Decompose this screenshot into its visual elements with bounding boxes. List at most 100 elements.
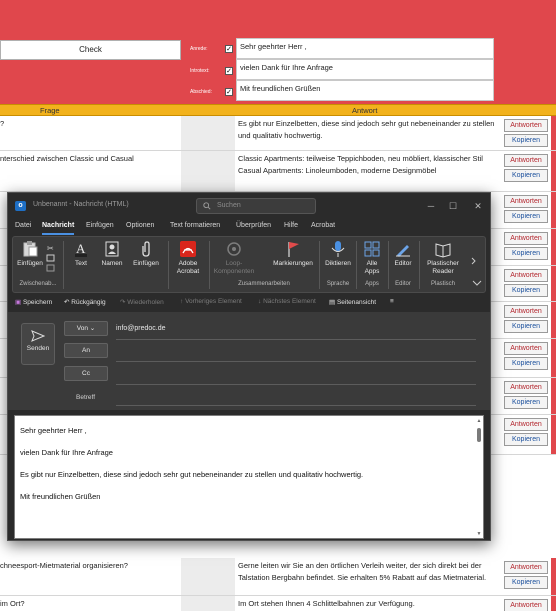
subject-field[interactable] — [116, 405, 476, 406]
answer-button[interactable]: Antworten — [504, 561, 548, 574]
table-row: im Ort? Im Ort stehen Ihnen 4 Schlittelba… — [0, 596, 556, 611]
next-item-button[interactable]: ↓ Nächstes Element — [258, 298, 316, 305]
row-edge — [551, 116, 556, 150]
copy-button[interactable]: Kopieren — [504, 396, 548, 409]
tab-hilfe[interactable]: Hilfe — [284, 222, 298, 229]
previous-item-label: Vorheriges Element — [185, 298, 242, 305]
answer-text: Im Ort stehen Ihnen 4 Schlittelbahnen zu… — [238, 599, 415, 608]
minimize-icon[interactable]: ─ — [426, 201, 436, 211]
outlook-message-window: o Unbenannt - Nachricht (HTML) Suchen ─ … — [7, 192, 491, 541]
answer-button[interactable]: Antworten — [504, 195, 548, 208]
insert-button[interactable]: Einfügen — [131, 240, 161, 268]
customize-qat-icon[interactable]: ≡ — [390, 298, 394, 305]
tab-optionen[interactable]: Optionen — [126, 222, 154, 229]
answer-button[interactable]: Antworten — [504, 154, 548, 167]
alle-apps-button[interactable]: Alle Apps — [360, 240, 384, 276]
anrede-cell[interactable]: Sehr geehrter Herr , — [236, 38, 494, 59]
tab-acrobat[interactable]: Acrobat — [311, 222, 335, 229]
answer-button[interactable]: Antworten — [504, 381, 548, 394]
answer-button[interactable]: Antworten — [504, 418, 548, 431]
acrobat-label: Acrobat — [176, 268, 200, 275]
names-label: Namen — [101, 260, 123, 267]
introtext-checkbox[interactable]: ✓ — [225, 67, 233, 75]
to-field[interactable] — [116, 361, 476, 362]
redo-button[interactable]: ↷ Wiederholen — [120, 298, 164, 306]
copy-button[interactable]: Kopieren — [504, 247, 548, 260]
compose-header: Senden Von ⌄ info@predoc.de An Cc Betref… — [8, 312, 490, 410]
group-zwischenablage: Zwischenab... — [19, 281, 57, 287]
check-button[interactable]: Check — [0, 40, 181, 60]
anrede-checkbox[interactable]: ✓ — [225, 45, 233, 53]
adobe-label: Adobe — [178, 260, 198, 267]
abschied-checkbox[interactable]: ✓ — [225, 88, 233, 96]
text-button[interactable]: A Text — [68, 240, 94, 268]
copy-button[interactable]: Kopieren — [504, 357, 548, 370]
page-view-icon: ▤ — [329, 299, 336, 306]
close-icon[interactable]: ✕ — [473, 201, 483, 211]
adobe-pdf-icon — [180, 241, 196, 257]
tab-nachricht[interactable]: Nachricht — [42, 222, 75, 235]
answer-button[interactable]: Antworten — [504, 269, 548, 282]
diktieren-button[interactable]: Diktieren — [323, 240, 353, 268]
answer-button[interactable]: Antworten — [504, 119, 548, 132]
to-button[interactable]: An — [64, 343, 108, 358]
copy-button[interactable]: Kopieren — [504, 320, 548, 333]
answer-text: Classic Apartments: teilweise Teppichbod… — [238, 154, 483, 163]
save-button[interactable]: ▣ Speichern — [15, 298, 52, 306]
row-edge — [551, 339, 556, 377]
cc-button[interactable]: Cc — [64, 366, 108, 381]
introtext-cell[interactable]: vielen Dank für Ihre Anfrage — [236, 59, 494, 80]
adobe-acrobat-button[interactable]: Adobe Acrobat — [171, 240, 205, 276]
tab-ueberpruefen[interactable]: Überprüfen — [236, 222, 271, 229]
tab-text-formatieren[interactable]: Text formatieren — [170, 222, 220, 229]
group-zusammenarbeiten: Zusammenarbeiten — [238, 281, 290, 287]
introtext-label: Introtext: — [190, 68, 210, 74]
plastischer-reader-button[interactable]: Plastischer Reader — [422, 240, 464, 276]
markierungen-button[interactable]: Markierungen — [270, 240, 316, 268]
previous-item-button[interactable]: ↑ Vorheriges Element — [180, 298, 242, 305]
svg-text:A: A — [76, 241, 86, 256]
body-answer: Es gibt nur Einzelbetten, diese sind jed… — [20, 470, 364, 479]
abschied-cell[interactable]: Mit freundlichen Grüßen — [236, 80, 494, 101]
answer-button[interactable]: Antworten — [504, 342, 548, 355]
answer-button[interactable]: Antworten — [504, 599, 548, 611]
editor-button[interactable]: Editor — [391, 240, 415, 268]
send-button[interactable]: Senden — [21, 323, 55, 365]
ribbon-overflow-chevron-icon[interactable] — [469, 257, 479, 265]
reader-label: Reader — [432, 268, 454, 275]
maximize-icon[interactable]: ☐ — [448, 201, 458, 211]
page-view-button[interactable]: ▤ Seitenansicht — [329, 298, 376, 306]
loop-components-button[interactable]: Loop- Komponenten — [211, 240, 257, 276]
copy-button[interactable]: Kopieren — [504, 210, 548, 223]
column-antwort: Antwort — [352, 106, 378, 115]
copy-button[interactable]: Kopieren — [504, 433, 548, 446]
names-button[interactable]: Namen — [99, 240, 125, 268]
copy-button[interactable]: Kopieren — [504, 284, 548, 297]
ribbon-expand-chevron-icon[interactable] — [472, 279, 482, 287]
loop-label-2: Komponenten — [213, 268, 255, 275]
paste-button[interactable]: Einfügen — [17, 240, 43, 268]
cc-field[interactable] — [116, 384, 476, 385]
undo-button[interactable]: ↶ Rückgängig — [64, 298, 106, 306]
search-input[interactable]: Suchen — [196, 198, 316, 214]
paste-label: Einfügen — [17, 260, 43, 267]
answer-button[interactable]: Antworten — [504, 305, 548, 318]
spacer-cell — [181, 558, 235, 595]
scroll-up-icon[interactable]: ▲ — [476, 418, 482, 424]
tab-einfuegen[interactable]: Einfügen — [86, 222, 114, 229]
cut-copy-icons[interactable]: ✂ — [46, 243, 56, 273]
spacer-cell — [181, 596, 235, 611]
diktieren-label: Diktieren — [325, 260, 351, 267]
copy-button[interactable]: Kopieren — [504, 576, 548, 589]
copy-button[interactable]: Kopieren — [504, 134, 548, 147]
scroll-thumb[interactable] — [477, 428, 481, 442]
scroll-down-icon[interactable]: ▼ — [476, 531, 482, 537]
body-greeting: Sehr geehrter Herr , — [20, 426, 87, 435]
from-button[interactable]: Von ⌄ — [64, 321, 108, 336]
tab-datei[interactable]: Datei — [15, 222, 31, 229]
message-body[interactable]: Sehr geehrter Herr , vielen Dank für Ihr… — [14, 415, 484, 539]
copy-button[interactable]: Kopieren — [504, 169, 548, 182]
row-edge — [551, 151, 556, 191]
apps-label: Apps — [364, 268, 380, 275]
answer-button[interactable]: Antworten — [504, 232, 548, 245]
